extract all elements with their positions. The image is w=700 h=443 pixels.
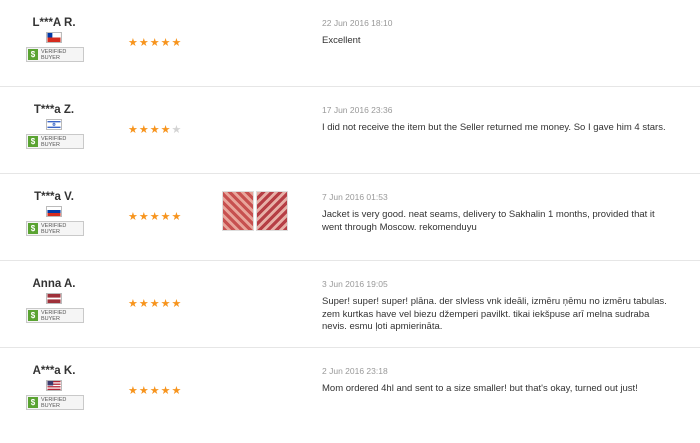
star-filled-icon: ★ [149,37,160,49]
buyer-info: T***a Z. $ VERIFIED BUYER [22,103,86,149]
badge-line2: BUYER [41,315,60,322]
review-text: Excellent [322,35,361,46]
buyer-name: Anna A. [32,278,76,290]
russia-flag-icon [46,206,62,217]
israel-flag-icon [46,119,62,130]
buyer-info: L***A R. $ VERIFIED BUYER [22,16,86,62]
star-rating: ★ ★ ★ ★ ★ [128,212,181,223]
star-filled-icon: ★ [149,385,160,397]
star-filled-icon: ★ [149,298,160,310]
review-content: 2 Jun 2016 23:18 Mom ordered 4hl and sen… [322,366,672,396]
latvia-flag-icon [46,293,62,304]
star-rating: ★ ★ ★ ★ ★ [128,125,181,136]
review-photo-thumbnail[interactable] [256,191,288,231]
review-photos [222,191,288,231]
buyer-name: L***A R. [32,17,76,29]
star-filled-icon: ★ [160,211,171,223]
star-filled-icon: ★ [128,37,138,49]
review-item: Anna A. $ VERIFIED BUYER ★ ★ ★ ★ ★ 3 Jun 2016… [0,260,700,347]
buyer-name: A***a K. [32,365,76,377]
star-filled-icon: ★ [160,37,171,49]
star-filled-icon: ★ [171,385,182,397]
star-filled-icon: ★ [149,211,160,223]
dollar-icon: $ [28,397,38,408]
verified-buyer-badge: $ VERIFIED BUYER [26,221,84,236]
review-text: Super! super! super! plāna. der slvless … [322,296,667,332]
review-content: 7 Jun 2016 01:53 Jacket is very good. ne… [322,192,672,234]
star-empty-icon: ★ [171,124,182,136]
review-content: 3 Jun 2016 19:05 Super! super! super! pl… [322,279,672,334]
dollar-icon: $ [28,49,38,60]
verified-buyer-badge: $ VERIFIED BUYER [26,395,84,410]
star-filled-icon: ★ [160,298,171,310]
review-photo-thumbnail[interactable] [222,191,254,231]
badge-line2: BUYER [41,54,60,61]
verified-buyer-badge: $ VERIFIED BUYER [26,134,84,149]
review-date: 17 Jun 2016 23:36 [322,105,393,115]
review-content: 22 Jun 2016 18:10 Excellent [322,18,672,48]
badge-line1: VERIFIED [41,135,67,142]
review-item: L***A R. $ VERIFIED BUYER ★ ★ ★ ★ ★ 22 Jun 20… [0,0,700,86]
badge-line2: BUYER [41,141,60,148]
star-filled-icon: ★ [128,124,138,136]
star-rating: ★ ★ ★ ★ ★ [128,38,181,49]
badge-line2: BUYER [41,402,60,409]
star-rating: ★ ★ ★ ★ ★ [128,386,181,397]
dollar-icon: $ [28,136,38,147]
buyer-name: T***a V. [34,191,74,203]
review-text: Mom ordered 4hl and sent to a size small… [322,383,638,394]
review-text: Jacket is very good. neat seams, deliver… [322,209,655,233]
review-item: A***a K. $ VERIFIED BUYER ★ ★ ★ ★ ★ 2 Jun 201… [0,347,700,434]
badge-line2: BUYER [41,228,60,235]
star-filled-icon: ★ [171,37,182,49]
verified-buyer-badge: $ VERIFIED BUYER [26,47,84,62]
star-filled-icon: ★ [138,385,149,397]
chile-flag-icon [46,32,62,43]
star-filled-icon: ★ [171,211,182,223]
star-filled-icon: ★ [138,298,149,310]
verified-buyer-badge: $ VERIFIED BUYER [26,308,84,323]
star-filled-icon: ★ [128,385,138,397]
review-item: T***a V. $ VERIFIED BUYER ★ ★ ★ ★ ★ 7 Jun 201… [0,173,700,260]
star-filled-icon: ★ [138,37,149,49]
dollar-icon: $ [28,223,38,234]
badge-line1: VERIFIED [41,309,67,316]
buyer-info: Anna A. $ VERIFIED BUYER [22,277,86,323]
review-date: 2 Jun 2016 23:18 [322,366,388,376]
badge-line1: VERIFIED [41,222,67,229]
star-filled-icon: ★ [160,385,171,397]
star-rating: ★ ★ ★ ★ ★ [128,299,181,310]
usa-flag-icon [46,380,62,391]
star-filled-icon: ★ [138,211,149,223]
star-filled-icon: ★ [149,124,160,136]
review-date: 22 Jun 2016 18:10 [322,18,393,28]
review-text: I did not receive the item but the Selle… [322,122,666,133]
review-content: 17 Jun 2016 23:36 I did not receive the … [322,105,672,135]
review-date: 7 Jun 2016 01:53 [322,192,388,202]
buyer-info: T***a V. $ VERIFIED BUYER [22,190,86,236]
star-filled-icon: ★ [171,298,182,310]
badge-line1: VERIFIED [41,48,67,55]
star-filled-icon: ★ [138,124,149,136]
star-filled-icon: ★ [128,298,138,310]
dollar-icon: $ [28,310,38,321]
star-filled-icon: ★ [128,211,138,223]
buyer-info: A***a K. $ VERIFIED BUYER [22,364,86,410]
review-item: T***a Z. $ VERIFIED BUYER ★ ★ ★ ★ ★ 17 Jun 20… [0,86,700,173]
buyer-name: T***a Z. [33,104,75,116]
star-filled-icon: ★ [160,124,171,136]
badge-line1: VERIFIED [41,396,67,403]
review-date: 3 Jun 2016 19:05 [322,279,388,289]
